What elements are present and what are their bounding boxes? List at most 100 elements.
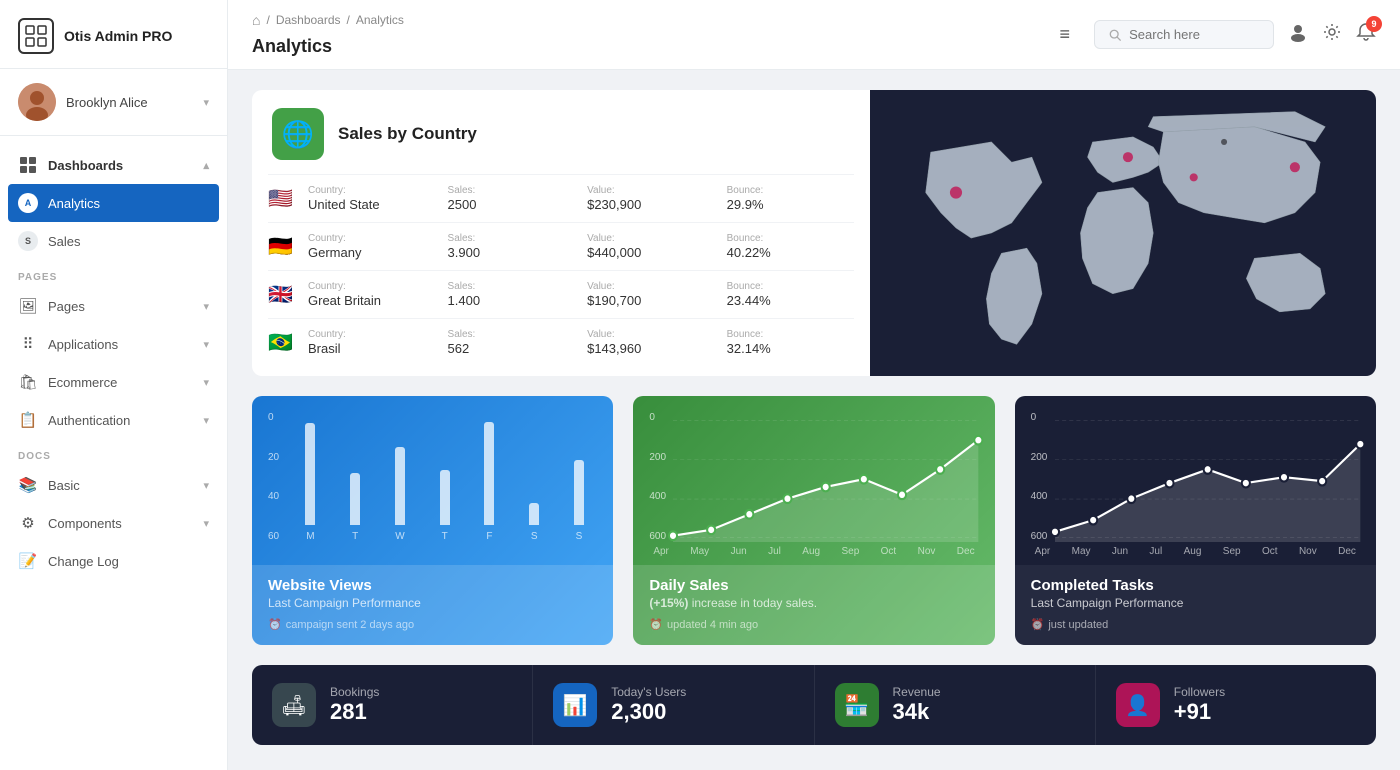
search-icon [1109,28,1121,42]
notifications-button[interactable]: 9 [1356,22,1376,47]
sidebar-item-changelog[interactable]: 📝 Change Log [0,542,227,580]
bar-chart: M T W T F S S [292,412,597,542]
user-chevron-icon: ▾ [203,96,209,109]
daily-sales-meta: ⏰ updated 4 min ago [649,618,978,631]
country-table: 🇺🇸 Country: United State Sales: 2500 Val… [252,174,870,376]
stat-icon: 📊 [553,683,597,727]
pages-chevron-icon: ▾ [203,300,209,313]
header: ⌂ / Dashboards / Analytics Analytics ≡ [228,0,1400,70]
user-profile[interactable]: Brooklyn Alice ▾ [0,69,227,136]
daily-sales-card: 600 400 200 0 AprMayJunJulAugSepOctNovDe… [633,396,994,645]
applications-chevron-icon: ▾ [203,338,209,351]
bar [574,460,584,525]
country-col: Country: United State [308,185,436,212]
sidebar-item-sales[interactable]: S Sales [0,222,227,260]
sales-country-left: 🌐 Sales by Country 🇺🇸 Country: United St… [252,90,870,376]
bar-column: F [471,422,508,542]
stat-value: 2,300 [611,699,686,725]
logo-icon [18,18,54,54]
dashboards-chevron-icon: ▴ [203,159,209,172]
sidebar-pages-label: Pages [48,299,193,314]
card-header: 🌐 Sales by Country [252,90,870,174]
completed-tasks-info: Completed Tasks Last Campaign Performanc… [1015,565,1376,645]
stat-value: 34k [893,699,941,725]
website-views-card: 60 40 20 0 M T W T F [252,396,613,645]
country-row: 🇬🇧 Country: Great Britain Sales: 1.400 V… [268,270,854,318]
sidebar-analytics-label: Analytics [48,196,209,211]
stat-value: +91 [1174,699,1225,725]
stat-label: Revenue [893,685,941,699]
analytics-badge: A [18,193,38,213]
bar-column: T [426,422,463,542]
sidebar-item-basic[interactable]: 📚 Basic ▾ [0,466,227,504]
menu-toggle-button[interactable]: ≡ [1051,20,1078,49]
applications-icon: ⠿ [18,334,38,354]
bar-column: M [292,422,329,542]
bar-chart-container: 60 40 20 0 M T W T F [268,412,597,542]
stat-icon: 🏪 [835,683,879,727]
breadcrumb-dashboards: Dashboards [276,13,341,27]
daily-sales-info: Daily Sales (+15%) increase in today sal… [633,565,994,645]
bar-label: F [486,531,492,542]
bar-label: M [306,531,314,542]
stat-value: 281 [330,699,379,725]
flag-icon: 🇧🇷 [268,330,296,355]
settings-button[interactable] [1322,22,1342,47]
user-menu-button[interactable] [1288,22,1308,47]
sidebar-item-components[interactable]: ⚙ Components ▾ [0,504,227,542]
page-title: Analytics [252,36,332,57]
world-map-area [870,90,1376,376]
authentication-chevron-icon: ▾ [203,414,209,427]
breadcrumb-analytics: Analytics [356,13,404,27]
bar [395,447,405,525]
home-icon: ⌂ [252,12,260,28]
flag-icon: 🇬🇧 [268,282,296,307]
daily-sales-svg [673,412,978,542]
bar [529,503,539,525]
pages-section-label: PAGES [0,260,227,287]
search-box[interactable] [1094,20,1274,49]
bar-chart-plot: M T W T F S S [292,412,597,542]
daily-sales-subtitle: (+15%) increase in today sales. [649,596,978,610]
completed-tasks-meta: ⏰ just updated [1031,618,1360,631]
sidebar-item-applications[interactable]: ⠿ Applications ▾ [0,325,227,363]
website-views-info: Website Views Last Campaign Performance … [252,565,613,645]
sidebar-item-authentication[interactable]: 📋 Authentication ▾ [0,401,227,439]
search-input[interactable] [1129,27,1259,42]
bar-label: T [442,531,448,542]
daily-sales-chart-container: 600 400 200 0 [649,412,978,542]
sidebar-ecommerce-label: Ecommerce [48,375,193,390]
docs-section-label: DOCS [0,439,227,466]
header-right: 9 [1094,20,1376,49]
components-icon: ⚙ [18,513,38,533]
world-map-svg [870,90,1376,376]
value-col: Value: $230,900 [587,185,715,212]
stat-content: Revenue 34k [893,685,941,725]
sidebar-item-analytics[interactable]: A Analytics [8,184,219,222]
bar-label: S [576,531,583,542]
sidebar-item-ecommerce[interactable]: 🛍 Ecommerce ▾ [0,363,227,401]
basic-icon: 📚 [18,475,38,495]
website-views-chart-area: 60 40 20 0 M T W T F [252,396,613,565]
stat-content: Followers +91 [1174,685,1225,725]
sidebar-logo: Otis Admin PRO [0,0,227,69]
website-views-title: Website Views [268,577,597,594]
dashboard-icon [18,155,38,175]
country-row: 🇧🇷 Country: Brasil Sales: 562 Value: $14… [268,318,854,366]
completed-tasks-chart-container: 600 400 200 0 [1031,412,1360,542]
flag-icon: 🇩🇪 [268,234,296,259]
basic-chevron-icon: ▾ [203,479,209,492]
sales-col: Sales: 1.400 [448,281,576,308]
stat-content: Bookings 281 [330,685,379,725]
sidebar-item-dashboards[interactable]: Dashboards ▴ [0,146,227,184]
sidebar-authentication-label: Authentication [48,413,193,428]
globe-icon: 🌐 [272,108,324,160]
sidebar-basic-label: Basic [48,478,193,493]
authentication-icon: 📋 [18,410,38,430]
value-col: Value: $190,700 [587,281,715,308]
sidebar-item-pages[interactable]: 🖼 Pages ▾ [0,287,227,325]
completed-tasks-subtitle: Last Campaign Performance [1031,596,1360,610]
bounce-col: Bounce: 23.44% [727,281,855,308]
changelog-icon: 📝 [18,551,38,571]
stat-item: 🛋 Bookings 281 [252,665,533,745]
